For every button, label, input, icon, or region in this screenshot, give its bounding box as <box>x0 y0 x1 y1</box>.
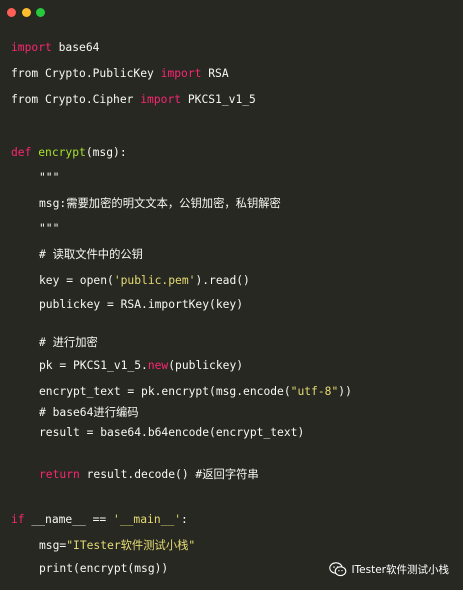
code-line: """ <box>39 171 60 184</box>
code-line: """ <box>39 222 60 235</box>
code-line: return result.decode() #返回字符串 <box>39 467 259 483</box>
keyword: if <box>11 513 25 526</box>
code-line: import base64 <box>11 40 99 56</box>
code-line: msg="ITester软件测试小栈" <box>39 538 195 554</box>
code-line: key = open('public.pem').read() <box>39 273 250 289</box>
code-comment: # 进行加密 <box>39 336 98 349</box>
watermark: ITester软件测试小栈 <box>329 562 449 578</box>
code-line: pk = PKCS1_v1_5.new(publickey) <box>39 358 243 374</box>
keyword: return <box>39 468 80 481</box>
string-literal: 'public.pem' <box>113 274 196 287</box>
code-text: base64 <box>51 41 100 54</box>
code-comment: # base64进行编码 <box>39 406 139 419</box>
code-line: print(encrypt(msg)) <box>39 562 169 575</box>
code-line: def encrypt(msg): <box>11 145 127 161</box>
string-literal: "utf-8" <box>290 385 339 398</box>
code-text: from Crypto.PublicKey <box>11 67 161 80</box>
watermark-text: ITester软件测试小栈 <box>351 564 449 576</box>
code-text: __name__ == <box>24 513 114 526</box>
code-line: if __name__ == '__main__': <box>11 512 188 528</box>
code-text: from Crypto.Cipher <box>11 93 141 106</box>
code-line: publickey = RSA.importKey(key) <box>39 298 244 311</box>
code-text: (msg): <box>85 146 127 159</box>
code-comment: # 读取文件中的公钥 <box>39 248 143 261</box>
code-block: import base64 from Crypto.PublicKey impo… <box>0 0 463 590</box>
code-text: msg= <box>39 539 67 552</box>
keyword: def <box>11 146 39 159</box>
code-text: pk = PKCS1_v1_5. <box>39 359 148 372</box>
string-literal: "ITester软件测试小栈" <box>66 539 196 552</box>
code-line: result = base64.b64encode(encrypt_text) <box>39 426 305 439</box>
keyword: import <box>140 93 182 106</box>
keyword: import <box>160 67 202 80</box>
code-line: msg:需要加密的明文文本，公钥加密，私钥解密 <box>39 197 281 210</box>
code-text: ).read() <box>195 274 250 287</box>
keyword: import <box>11 41 52 54</box>
code-text: RSA <box>201 67 229 80</box>
wechat-icon <box>329 562 347 577</box>
code-text: PKCS1_v1_5 <box>181 93 256 106</box>
code-line: from Crypto.Cipher import PKCS1_v1_5 <box>11 92 256 108</box>
code-window: import base64 from Crypto.PublicKey impo… <box>0 0 463 590</box>
string-literal: '__main__' <box>113 513 182 526</box>
keyword: new <box>147 359 169 372</box>
function-name: encrypt <box>38 146 86 159</box>
code-text: (publickey) <box>168 359 244 372</box>
code-line: from Crypto.PublicKey import RSA <box>11 66 229 82</box>
code-text: )) <box>338 385 352 398</box>
code-text: result.decode() #返回字符串 <box>79 468 259 481</box>
code-line: encrypt_text = pk.encrypt(msg.encode("ut… <box>39 384 352 400</box>
code-text: key = open( <box>39 274 114 287</box>
code-text: : <box>181 513 188 526</box>
code-text: encrypt_text = pk.encrypt(msg.encode( <box>39 385 291 398</box>
